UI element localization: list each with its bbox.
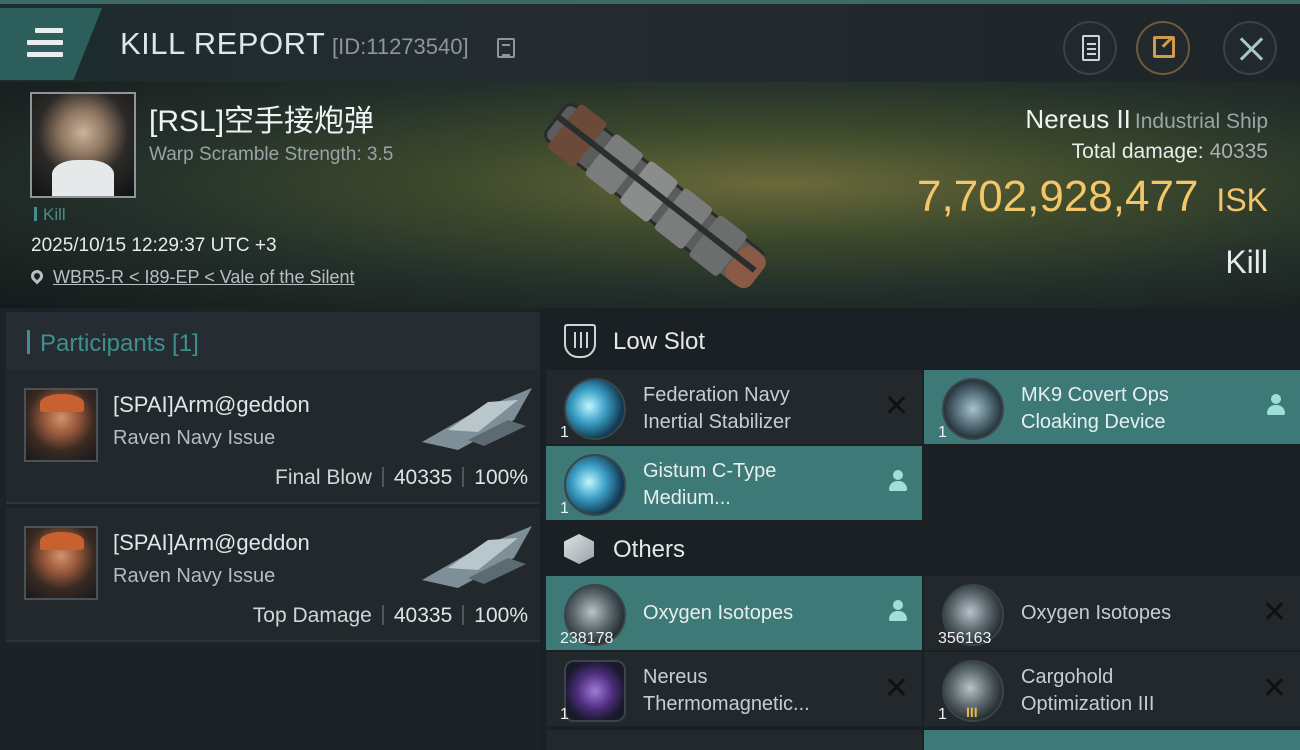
low-slot-header: Low Slot: [540, 310, 1300, 370]
item-name: Oxygen Isotopes: [1021, 602, 1172, 624]
victim-name[interactable]: [RSL]空手接炮弹: [149, 96, 374, 140]
location-link[interactable]: WBR5-R < I89-EP < Vale of the Silent: [53, 267, 354, 287]
dropped-icon: [1266, 394, 1286, 416]
share-icon: [1153, 36, 1175, 58]
item-slot[interactable]: 1 Federation Navy Inertial Stabilizer: [546, 370, 922, 444]
page-title: KILL REPORT: [120, 26, 326, 61]
item-slot-partial[interactable]: [546, 730, 922, 750]
attacker-name: [SPAI]Arm@geddon: [113, 530, 310, 555]
dropped-icon: [888, 470, 908, 492]
attacker-ship: Raven Navy Issue: [113, 565, 276, 587]
attacker-role: Top Damage: [252, 604, 372, 627]
kill-datetime: 2025/10/15 12:29:37 UTC +3: [31, 235, 277, 256]
menu-icon: [27, 28, 63, 58]
attacker-name: [SPAI]Arm@geddon: [113, 392, 310, 417]
cargo-box-icon: [564, 534, 594, 564]
kill-location[interactable]: WBR5-R < I89-EP < Vale of the Silent: [28, 267, 354, 288]
total-damage-value: 40335: [1209, 140, 1268, 163]
destroyed-icon: [1264, 600, 1286, 622]
item-slot[interactable]: 1 Nereus Thermomagnetic...: [546, 652, 922, 726]
item-quantity: 356163: [938, 630, 992, 647]
top-bar: KILL REPORT [ID:11273540]: [0, 0, 1300, 82]
attacker-portrait[interactable]: [24, 388, 98, 462]
participants-title: Participants [1]: [27, 330, 199, 358]
cloaking-device-icon: [942, 378, 1004, 440]
low-slot-icon: [564, 324, 596, 358]
item-name: Gistum C-Type Medium...: [643, 460, 777, 509]
item-quantity: 1: [938, 706, 947, 723]
item-slot[interactable]: 1 MK9 Covert Ops Cloaking Device: [924, 370, 1300, 444]
result-label: Kill: [1225, 244, 1268, 280]
ship-class: Industrial Ship: [1134, 110, 1268, 133]
victim-ship-image: [544, 103, 766, 289]
attacker-ship-image: [422, 526, 532, 588]
participants-panel: Participants [1] [SPAI]Arm@geddon Raven …: [0, 308, 540, 750]
item-name: Oxygen Isotopes: [643, 602, 794, 624]
warp-scramble-strength: Warp Scramble Strength: 3.5: [149, 144, 394, 165]
participants-header: Participants [1]: [6, 312, 540, 370]
victim-ship-name: Nereus II Industrial Ship: [1025, 104, 1268, 135]
item-quantity: 1: [560, 500, 569, 517]
share-button[interactable]: [1136, 21, 1190, 75]
item-quantity: 238178: [560, 630, 614, 647]
attacker-portrait[interactable]: [24, 526, 98, 600]
item-slot-partial[interactable]: [924, 730, 1300, 750]
attacker-stats: Top Damage 40335 100%: [253, 604, 528, 628]
clipboard-icon: [1082, 35, 1100, 61]
module-icon: [564, 454, 626, 516]
item-quantity: 1: [560, 424, 569, 441]
attacker-damage: 40335: [393, 466, 453, 489]
total-damage: Total damage: 40335: [1072, 140, 1268, 164]
attacker-ship: Raven Navy Issue: [113, 427, 276, 449]
victim-portrait[interactable]: [30, 92, 136, 198]
item-name: Nereus Thermomagnetic...: [643, 666, 810, 715]
destroyed-icon: [886, 676, 908, 698]
details-button[interactable]: [1063, 21, 1117, 75]
copy-icon[interactable]: [497, 38, 515, 58]
destroyed-icon: [886, 394, 908, 416]
kill-tag: Kill: [34, 205, 66, 225]
dropped-icon: [888, 600, 908, 622]
attacker-row[interactable]: [SPAI]Arm@geddon Raven Navy Issue Top Da…: [6, 508, 540, 642]
item-quantity: 1: [560, 706, 569, 723]
isk-unit: ISK: [1216, 182, 1268, 218]
location-pin-icon: [28, 267, 46, 285]
total-damage-label: Total damage:: [1071, 140, 1204, 163]
isk-amount: 7,702,928,477: [917, 172, 1199, 221]
others-header: Others: [540, 522, 1300, 582]
item-slot[interactable]: 238178 Oxygen Isotopes: [546, 576, 922, 650]
item-slot[interactable]: III 1 Cargohold Optimization III: [924, 652, 1300, 726]
low-slot-title: Low Slot: [613, 328, 706, 355]
victim-banner: [RSL]空手接炮弹 Warp Scramble Strength: 3.5 K…: [0, 82, 1300, 308]
item-name: Cargohold Optimization III: [1021, 666, 1155, 715]
menu-button[interactable]: [0, 8, 102, 80]
attacker-stats: Final Blow 40335 100%: [275, 466, 528, 490]
attacker-percent: 100%: [474, 604, 528, 627]
isk-value: 7,702,928,477 ISK: [917, 172, 1268, 222]
inertial-stabilizer-icon: [564, 378, 626, 440]
item-name: MK9 Covert Ops Cloaking Device: [1021, 384, 1169, 433]
others-title: Others: [613, 536, 686, 563]
item-slot[interactable]: 356163 Oxygen Isotopes: [924, 576, 1300, 650]
attacker-row[interactable]: [SPAI]Arm@geddon Raven Navy Issue Final …: [6, 370, 540, 504]
attacker-damage: 40335: [393, 604, 453, 627]
report-id: [ID:11273540]: [332, 34, 469, 59]
close-icon: [1238, 36, 1264, 62]
close-button[interactable]: [1223, 21, 1277, 75]
rig-chip-icon: [564, 660, 626, 722]
destroyed-icon: [1264, 676, 1286, 698]
fitting-panel: Low Slot 1 Federation Navy Inertial Stabi…: [540, 308, 1300, 750]
attacker-percent: 100%: [474, 466, 528, 489]
item-slot[interactable]: 1 Gistum C-Type Medium...: [546, 446, 922, 520]
item-name: Federation Navy Inertial Stabilizer: [643, 384, 791, 433]
tech-level-icon: III: [966, 704, 978, 720]
attacker-ship-image: [422, 388, 532, 450]
ship-name[interactable]: Nereus II: [1025, 104, 1131, 134]
item-quantity: 1: [938, 424, 947, 441]
attacker-role: Final Blow: [275, 466, 372, 489]
